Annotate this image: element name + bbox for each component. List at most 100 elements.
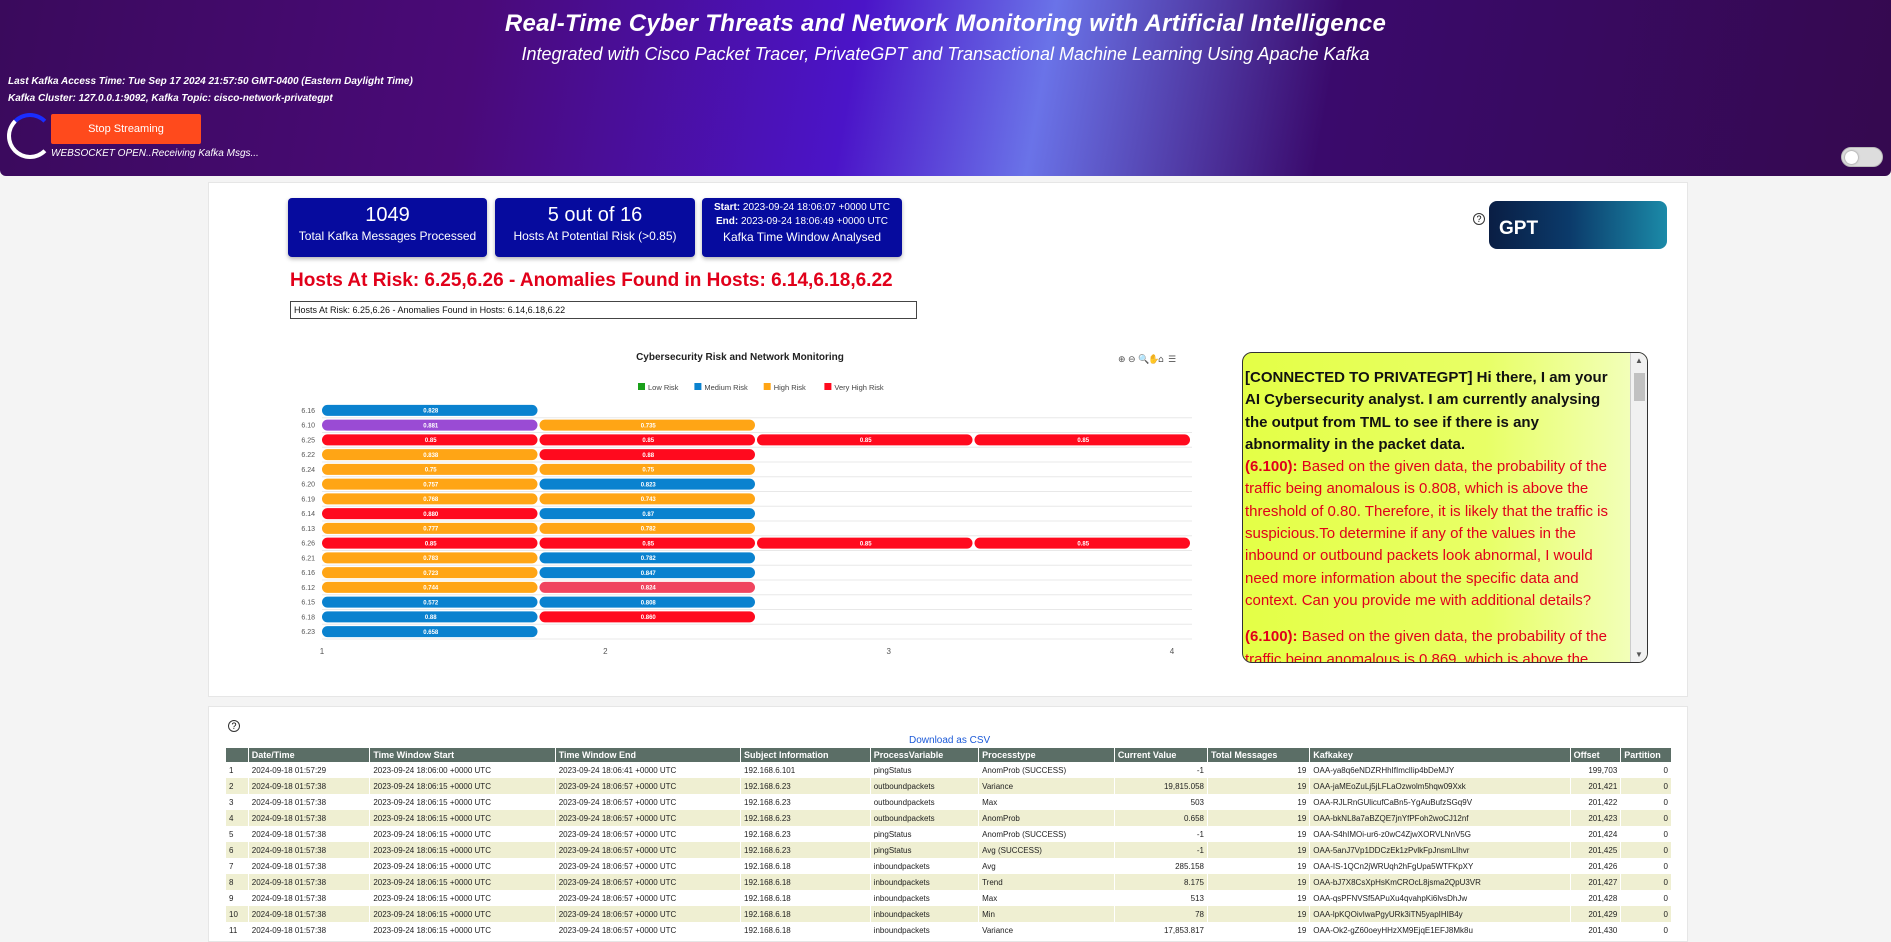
table-cell: 201,421 (1570, 778, 1622, 794)
table-cell: 2023-09-24 18:06:57 +0000 UTC (555, 794, 742, 810)
column-header[interactable]: Date/Time (248, 748, 371, 762)
table-cell: 0 (1620, 842, 1672, 858)
table-row[interactable]: 7 2024-09-18 01:57:38 2023-09-24 18:06:15 … (226, 858, 1672, 874)
bar-value-label: 0.85 (425, 438, 437, 444)
table-cell: 2023-09-24 18:06:57 +0000 UTC (555, 778, 742, 794)
bar-value-label: 0.87 (642, 512, 654, 518)
chart-toolbar-icon[interactable]: ⌂ (1158, 355, 1164, 365)
table-cell: Avg (978, 858, 1115, 874)
table-cell: OAA-RJLRnGUlicufCaBn5-YgAuBufzSGq9V (1309, 794, 1571, 810)
theme-toggle[interactable] (1841, 147, 1883, 167)
stop-streaming-button[interactable]: Stop Streaming (51, 114, 201, 144)
y-tick-label: 6.26 (301, 541, 315, 548)
table-cell: 17,853.817 (1114, 922, 1209, 938)
column-header[interactable]: Time Window End (555, 748, 742, 762)
table-cell: OAA-IS-1QCn2jWRUqh2hFgUpa5WTFKpXY (1309, 858, 1571, 874)
chart-toolbar-icon[interactable]: ⊖ (1128, 355, 1136, 365)
table-row[interactable]: 4 2024-09-18 01:57:38 2023-09-24 18:06:15 … (226, 810, 1672, 826)
scroll-up-icon[interactable]: ▲ (1635, 356, 1643, 365)
bar-value-label: 0.783 (423, 556, 439, 562)
scroll-down-icon[interactable]: ▼ (1635, 650, 1643, 659)
table-cell: 2024-09-18 01:57:38 (248, 826, 371, 842)
table-cell: OAA-5anJ7Vp1DDCzEk1zPvlkFpJnsmLIhvr (1309, 842, 1571, 858)
table-help-icon[interactable]: ? (228, 720, 240, 732)
table-cell: 192.168.6.18 (740, 906, 871, 922)
table-cell: 2023-09-24 18:06:15 +0000 UTC (369, 826, 556, 842)
table-cell: 201,422 (1570, 794, 1622, 810)
table-cell: 19,815.058 (1114, 778, 1209, 794)
table-header-row: Date/Time Time Window Start Time Window En… (226, 748, 1672, 762)
table-cell: OAA-bJ7X8CsXpHsKmCROcL8jsma2QpU3VR (1309, 874, 1571, 890)
chat-message-host: (6.100): (1245, 458, 1298, 476)
chat-message-host: (6.100): (1245, 628, 1298, 646)
table-cell: 0 (1620, 890, 1672, 906)
table-cell: 2024-09-18 01:57:29 (248, 762, 371, 778)
table-cell: 2023-09-24 18:06:15 +0000 UTC (369, 810, 556, 826)
table-cell: 192.168.6.18 (740, 890, 871, 906)
total-messages-value: 1049 (365, 204, 410, 226)
column-header[interactable] (226, 748, 249, 762)
table-cell: 8 (226, 874, 249, 890)
table-cell: outboundpackets (870, 810, 980, 826)
table-cell: 201,430 (1570, 922, 1622, 938)
table-row[interactable]: 11 2024-09-18 01:57:38 2023-09-24 18:06:15… (226, 922, 1672, 938)
bar-value-label: 0.735 (641, 423, 657, 429)
table-cell: 513 (1114, 890, 1209, 906)
chat-text: [CONNECTED TO PRIVATEGPT] Hi there, I am… (1245, 367, 1625, 662)
table-cell: -1 (1114, 826, 1209, 842)
table-cell: 2023-09-24 18:06:15 +0000 UTC (369, 874, 556, 890)
column-header[interactable]: Current Value (1114, 748, 1209, 762)
table-row[interactable]: 10 2024-09-18 01:57:38 2023-09-24 18:06:15… (226, 906, 1672, 922)
table-cell: pingStatus (870, 762, 980, 778)
column-header[interactable]: Kafkakey (1309, 748, 1571, 762)
table-cell: OAA-lpKQOivIwaPgyURk3iTN5yapIHIB4y (1309, 906, 1571, 922)
chat-scrollbar[interactable]: ▲ ▼ (1630, 353, 1647, 662)
column-header[interactable]: Processtype (978, 748, 1115, 762)
table-row[interactable]: 2 2024-09-18 01:57:38 2023-09-24 18:06:15 … (226, 778, 1672, 794)
legend-swatch (638, 383, 645, 390)
table-cell: 19 (1207, 906, 1311, 922)
table-row[interactable]: 1 2024-09-18 01:57:29 2023-09-24 18:06:00 … (226, 762, 1672, 778)
table-cell: pingStatus (870, 826, 980, 842)
risk-summary-input[interactable] (290, 301, 917, 319)
table-cell: 2023-09-24 18:06:15 +0000 UTC (369, 906, 556, 922)
table-cell: 2023-09-24 18:06:57 +0000 UTC (555, 906, 742, 922)
table-cell: 19 (1207, 794, 1311, 810)
table-cell: 2023-09-24 18:06:15 +0000 UTC (369, 794, 556, 810)
chart-toolbar-icon[interactable]: ☰ (1168, 355, 1176, 365)
privategpt-chat-panel[interactable]: [CONNECTED TO PRIVATEGPT] Hi there, I am… (1242, 352, 1648, 663)
table-row[interactable]: 9 2024-09-18 01:57:38 2023-09-24 18:06:15 … (226, 890, 1672, 906)
table-cell: 2024-09-18 01:57:38 (248, 842, 371, 858)
y-tick-label: 6.10 (301, 423, 315, 430)
table-cell: 2024-09-18 01:57:38 (248, 922, 371, 938)
scroll-thumb[interactable] (1634, 373, 1645, 401)
column-header[interactable]: Total Messages (1207, 748, 1311, 762)
gpt-help-icon[interactable]: ? (1473, 213, 1485, 225)
column-header[interactable]: ProcessVariable (870, 748, 980, 762)
messages-table: Date/Time Time Window Start Time Window En… (226, 748, 1672, 938)
table-cell: 2 (226, 778, 249, 794)
table-cell: 192.168.6.18 (740, 874, 871, 890)
column-header[interactable]: Time Window Start (369, 748, 556, 762)
table-cell: 2023-09-24 18:06:57 +0000 UTC (555, 922, 742, 938)
table-cell: Max (978, 890, 1115, 906)
table-row[interactable]: 8 2024-09-18 01:57:38 2023-09-24 18:06:15 … (226, 874, 1672, 890)
end-label: End: (715, 216, 739, 227)
chart-toolbar-icon[interactable]: ⊕ (1118, 355, 1126, 365)
table-row[interactable]: 6 2024-09-18 01:57:38 2023-09-24 18:06:15 … (226, 842, 1672, 858)
download-csv-link[interactable]: Download as CSV (909, 735, 990, 746)
table-cell: 19 (1207, 762, 1311, 778)
risk-summary-title: Hosts At Risk: 6.25,6.26 - Anomalies Fou… (290, 270, 893, 291)
table-cell: 2024-09-18 01:57:38 (248, 794, 371, 810)
column-header[interactable]: Subject Information (740, 748, 871, 762)
table-row[interactable]: 5 2024-09-18 01:57:38 2023-09-24 18:06:15 … (226, 826, 1672, 842)
table-row[interactable]: 3 2024-09-18 01:57:38 2023-09-24 18:06:15 … (226, 794, 1672, 810)
table-cell: 201,429 (1570, 906, 1622, 922)
table-cell: 201,428 (1570, 890, 1622, 906)
table-cell: OAA-jaMEoZuLj5jLFLaOzwolm5hqw09Xxk (1309, 778, 1571, 794)
y-tick-label: 6.24 (301, 467, 315, 474)
bar-value-label: 0.88 (425, 615, 437, 621)
column-header[interactable]: Offset (1570, 748, 1622, 762)
column-header[interactable]: Partition (1620, 748, 1672, 762)
y-tick-label: 6.22 (301, 452, 315, 459)
